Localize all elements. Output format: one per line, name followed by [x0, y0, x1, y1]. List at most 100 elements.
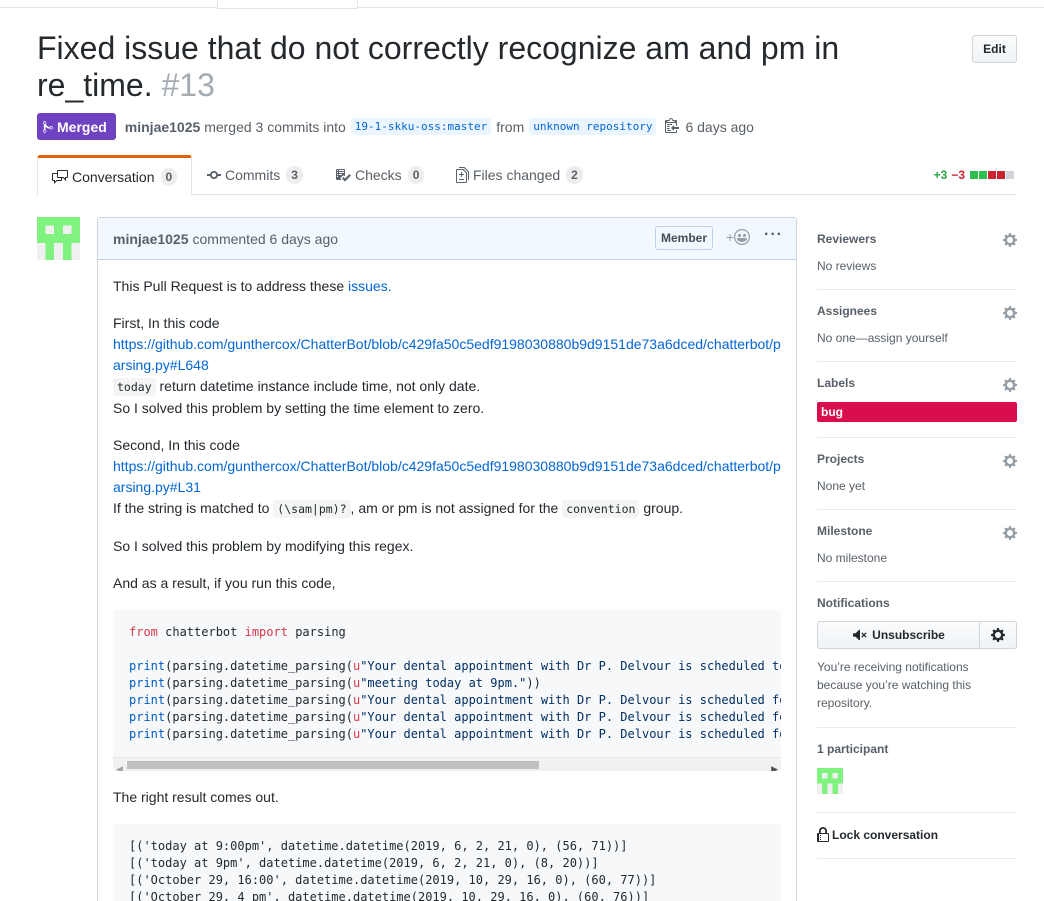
code-link-l648-part-1: https://github.com/gunthercox/ChatterBot… — [113, 336, 781, 352]
tab-files-count: 2 — [566, 166, 583, 184]
top-divider — [0, 0, 1044, 8]
sidebar-labels[interactable]: Labels bug — [817, 362, 1017, 438]
sidebar-reviewers[interactable]: Reviewers No reviews — [817, 217, 1017, 290]
bug-label[interactable]: bug — [817, 402, 1017, 422]
code-text: (parsing.datetime_parsing( — [165, 710, 353, 724]
gear-icon[interactable] — [1003, 232, 1017, 248]
edit-button[interactable]: Edit — [972, 35, 1017, 63]
mute-icon — [853, 629, 867, 641]
plus-text: + — [726, 229, 735, 245]
code-horizontal-scrollbar[interactable]: ◀ ▶ — [113, 757, 781, 771]
sidebar-projects[interactable]: Projects None yet — [817, 438, 1017, 510]
comment-header: minjae1025 commented 6 days ago Member +… — [98, 218, 796, 260]
reviewers-title: Reviewers — [817, 232, 877, 246]
scrollbar-thumb[interactable] — [127, 761, 539, 769]
tab-conversation-count: 0 — [160, 167, 178, 186]
gear-icon[interactable] — [1003, 377, 1017, 393]
sidebar-participants: 1 participant — [817, 728, 1017, 813]
participants-title: 1 participant — [817, 742, 889, 756]
add-reaction-button[interactable]: + — [726, 229, 751, 245]
pr-number: #13 — [161, 67, 215, 103]
code-line: [('October 29, 16:00', datetime.datetime… — [129, 873, 657, 887]
commit-icon — [207, 167, 221, 183]
lock-icon — [817, 827, 829, 842]
tab-conversation-label: Conversation — [72, 168, 155, 185]
code-function: print — [129, 710, 166, 724]
code-link-l648[interactable]: https://github.com/gunthercox/ChatterBot… — [113, 336, 781, 373]
assignees-value[interactable]: No one—assign yourself — [817, 330, 1017, 346]
comment-author-link[interactable]: minjae1025 — [113, 231, 189, 247]
tab-conversation[interactable]: Conversation 0 — [37, 155, 193, 196]
pr-title-text: Fixed issue that do not correctly recogn… — [37, 30, 840, 103]
code-link-l31[interactable]: https://github.com/gunthercox/ChatterBot… — [113, 458, 781, 495]
checklist-icon — [335, 167, 351, 183]
from-text: from — [496, 118, 525, 135]
pr-author-link[interactable]: minjae1025 — [125, 119, 201, 135]
diffstat-deletions: −3 — [951, 168, 965, 182]
code-function: print — [129, 676, 166, 690]
projects-title: Projects — [817, 452, 865, 466]
gear-icon[interactable] — [1003, 453, 1017, 469]
inline-code-regex: (\sam|pm)? — [273, 500, 351, 518]
merged-label: Merged — [57, 118, 107, 135]
comment-timestamp[interactable]: commented 6 days ago — [193, 231, 339, 247]
gear-icon[interactable] — [1003, 525, 1017, 541]
code-text: parsing — [287, 625, 346, 639]
tab-checks[interactable]: Checks 0 — [335, 155, 425, 195]
comment-more-button[interactable]: ··· — [764, 226, 783, 244]
smiley-icon — [734, 229, 751, 245]
code-block-input: from chatterbot import parsing print(par… — [113, 610, 781, 771]
body-text: group. — [639, 500, 684, 516]
notification-settings-button[interactable] — [980, 621, 1017, 649]
assignees-title: Assignees — [817, 304, 878, 318]
code-content: from chatterbot import parsing print(par… — [113, 610, 781, 757]
lock-conversation-button[interactable]: Lock conversation — [817, 827, 1017, 843]
participant-avatar[interactable] — [817, 768, 843, 794]
code-function: print — [129, 727, 166, 741]
sidebar-milestone[interactable]: Milestone No milestone — [817, 510, 1017, 582]
comment-discussion-icon — [52, 169, 68, 185]
body-text: , am or pm is not assigned for the — [350, 500, 563, 516]
diffstat-additions: +3 — [933, 168, 948, 182]
scroll-right-arrow-icon[interactable]: ▶ — [771, 759, 778, 771]
member-badge: Member — [655, 226, 714, 250]
code-string: "Your dental appointment with Dr P. Delv… — [360, 659, 781, 673]
milestone-title: Milestone — [817, 524, 873, 538]
sidebar-notifications: Notifications Unsubscribe You’re receivi… — [817, 582, 1017, 728]
scroll-left-arrow-icon[interactable]: ◀ — [116, 759, 123, 771]
issues-link[interactable]: issues. — [348, 278, 392, 294]
diffstat-block-add — [979, 171, 987, 179]
code-string: "meeting today at 9pm." — [360, 676, 527, 690]
body-paragraph-2: First, In this code https://github.com/g… — [113, 313, 781, 419]
diffstat: +3 −3 — [934, 168, 1014, 182]
unsubscribe-button[interactable]: Unsubscribe — [817, 621, 980, 649]
code-text: (parsing.datetime_parsing( — [165, 693, 353, 707]
code-link-l648-part-2: arsing.py#L648 — [113, 357, 209, 373]
reviewers-value: No reviews — [817, 259, 877, 273]
tab-files-changed[interactable]: Files changed 2 — [456, 155, 583, 195]
unsubscribe-label: Unsubscribe — [872, 628, 945, 642]
tab-files-label: Files changed — [473, 167, 561, 183]
code-line: [('today at 9:00pm', datetime.datetime(2… — [129, 839, 628, 853]
comment-body: This Pull Request is to address these is… — [98, 260, 796, 901]
gear-icon[interactable] — [1003, 305, 1017, 321]
clipboard-icon[interactable] — [665, 117, 680, 136]
sidebar-assignees[interactable]: Assignees No one—assign yourself — [817, 290, 1017, 362]
pr-sidebar: Reviewers No reviews Assignees No one—as… — [817, 217, 1017, 859]
base-branch[interactable]: 19-1-skku-oss:master — [350, 118, 492, 135]
body-paragraph-6: The right result comes out. — [113, 789, 279, 805]
pr-meta: Merged minjae1025 merged 3 commits into … — [37, 113, 754, 140]
code-function: print — [129, 659, 166, 673]
body-text: So I solved this problem by setting the … — [113, 400, 485, 416]
author-avatar[interactable] — [37, 217, 80, 260]
body-text: This Pull Request is to address these — [113, 278, 349, 294]
code-text: (parsing.datetime_parsing( — [165, 727, 353, 741]
diffstat-block-del — [997, 171, 1005, 179]
tab-commits[interactable]: Commits 3 — [207, 155, 303, 195]
pr-tabs: Conversation 0 Commits 3 Checks 0 Files … — [37, 155, 1017, 196]
pr-description-comment: minjae1025 commented 6 days ago Member +… — [97, 217, 797, 901]
page-title: Fixed issue that do not correctly recogn… — [37, 30, 937, 104]
code-string: "Your dental appointment with Dr P. Delv… — [360, 727, 781, 741]
tab-checks-count: 0 — [407, 166, 425, 184]
head-branch[interactable]: unknown repository — [529, 118, 657, 135]
